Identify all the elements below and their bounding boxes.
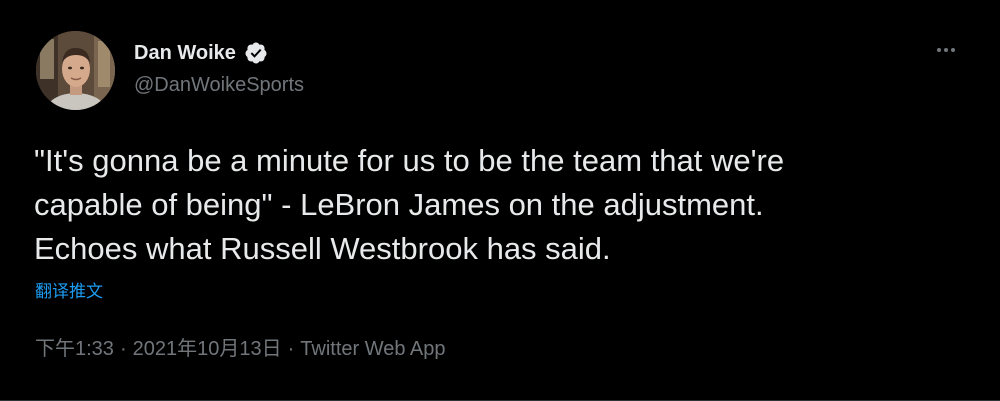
translate-tweet-link[interactable]: 翻译推文 xyxy=(35,281,103,303)
tweet-text: "It's gonna be a minute for us to be the… xyxy=(34,139,974,271)
more-horizontal-icon-dot xyxy=(944,48,948,52)
tweet-source-link[interactable]: Twitter Web App xyxy=(300,336,445,362)
tweet-time[interactable]: 下午1:33 xyxy=(35,336,114,362)
more-options-button[interactable] xyxy=(928,38,964,62)
tweet-date[interactable]: 2021年10月13日 xyxy=(133,336,282,362)
meta-separator: · xyxy=(287,338,295,360)
tweet-text-line: "It's gonna be a minute for us to be the… xyxy=(34,143,785,178)
avatar-photo xyxy=(36,31,115,110)
tweet-card: Dan Woike @DanWoikeSports "It's gonna be… xyxy=(0,0,1000,401)
author-name-row: Dan Woike xyxy=(134,40,268,66)
more-horizontal-icon-dot xyxy=(951,48,955,52)
author-handle[interactable]: @DanWoikeSports xyxy=(134,72,304,98)
tweet-text-line: Echoes what Russell Westbrook has said. xyxy=(34,231,611,266)
tweet-metadata: 下午1:33 · 2021年10月13日 · Twitter Web App xyxy=(35,336,446,362)
author-display-name[interactable]: Dan Woike xyxy=(134,40,236,66)
meta-separator: · xyxy=(119,338,127,360)
tweet-text-line: capable of being" - LeBron James on the … xyxy=(34,187,764,222)
verified-badge-icon xyxy=(245,42,267,64)
more-horizontal-icon xyxy=(937,48,941,52)
author-avatar[interactable] xyxy=(36,31,115,110)
